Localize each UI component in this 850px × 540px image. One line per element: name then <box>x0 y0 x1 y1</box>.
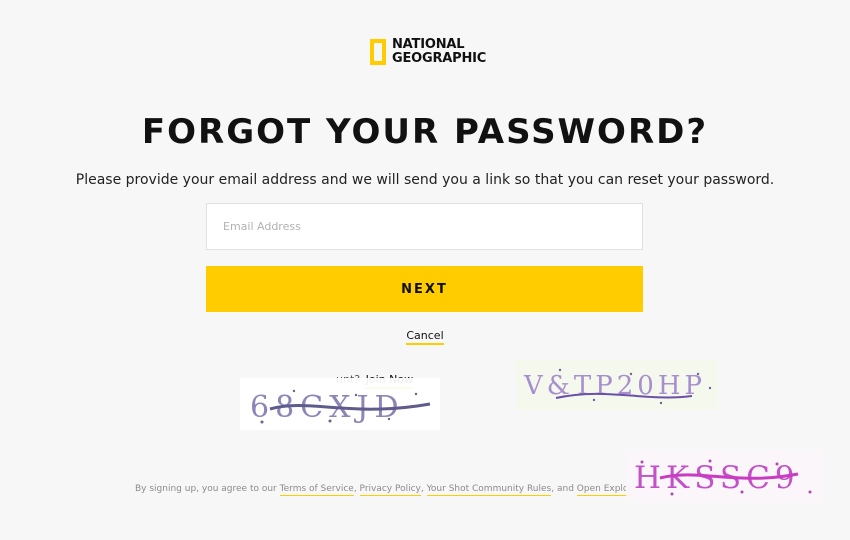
terms-link[interactable]: Terms of Service <box>279 484 354 496</box>
email-field[interactable] <box>206 203 643 250</box>
privacy-link[interactable]: Privacy Policy <box>359 484 421 496</box>
legal-comma-2: , <box>420 484 427 494</box>
community-link[interactable]: Your Shot Community Rules <box>426 484 552 496</box>
legal-and-text: and <box>556 484 574 494</box>
page-root: NATIONAL GEOGRAPHIC FORGOT YOUR PASSWORD… <box>0 0 850 540</box>
captcha-image-1: 68CXJD <box>240 378 440 430</box>
captcha-image-3: HKSSC9 <box>626 450 824 502</box>
cancel-link[interactable]: Cancel <box>406 329 444 345</box>
legal-prefix: By signing up, you agree to our <box>135 484 277 494</box>
national-geographic-logo-icon <box>370 39 386 65</box>
brand-line-2: GEOGRAPHIC <box>392 51 487 66</box>
cancel-row: Cancel <box>0 328 850 345</box>
brand-logo[interactable]: NATIONAL GEOGRAPHIC <box>370 38 486 66</box>
legal-line: By signing up, you agree to our Terms of… <box>135 482 633 496</box>
open-explore-link[interactable]: Open Explor <box>576 484 633 496</box>
page-title: FORGOT YOUR PASSWORD? <box>141 112 709 152</box>
captcha-image-2: V&TP20HP <box>516 360 718 410</box>
page-subtitle: Please provide your email address and we… <box>75 172 775 188</box>
next-button[interactable]: NEXT <box>206 266 643 312</box>
legal-comma-1: , <box>353 484 360 494</box>
brand-line-1: NATIONAL <box>392 37 465 52</box>
brand-wordmark: NATIONAL GEOGRAPHIC <box>392 38 486 66</box>
